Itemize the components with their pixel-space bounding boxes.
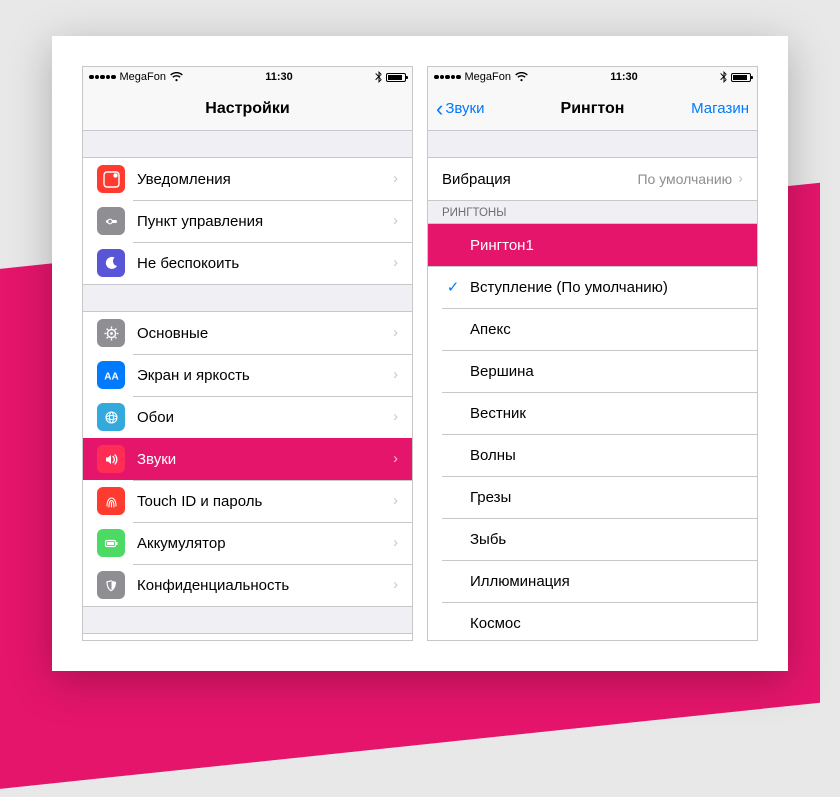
ringtone-row[interactable]: Грезы	[428, 476, 757, 518]
ringtone-row[interactable]: Рингтон1	[428, 224, 757, 266]
vibration-cell[interactable]: Вибрация По умолчанию ›	[428, 158, 757, 200]
ringtone-list[interactable]: Вибрация По умолчанию › РИНГТОНЫ Рингтон…	[428, 131, 757, 640]
settings-row[interactable]: iCloudmick.sid85@gmail.com›	[83, 634, 412, 640]
settings-list[interactable]: Уведомления›Пункт управления›Не беспокои…	[83, 131, 412, 640]
display-icon: AA	[97, 361, 125, 389]
settings-row[interactable]: Обои›	[83, 396, 412, 438]
nav-bar: ‹ Звуки Рингтон Магазин	[428, 87, 757, 131]
row-label: Звуки	[137, 451, 393, 468]
back-button[interactable]: ‹ Звуки	[436, 100, 561, 117]
chevron-right-icon: ›	[393, 451, 398, 467]
settings-row[interactable]: Не беспокоить›	[83, 242, 412, 284]
row-label: Аккумулятор	[137, 535, 393, 552]
ringtone-label: Иллюминация	[470, 573, 743, 590]
ringtone-row[interactable]: Волны	[428, 434, 757, 476]
row-label: Конфиденциальность	[137, 577, 393, 594]
settings-row[interactable]: Уведомления›	[83, 158, 412, 200]
signal-icon	[89, 75, 116, 80]
checkmark-icon: ✓	[442, 278, 464, 296]
settings-row[interactable]: Пункт управления›	[83, 200, 412, 242]
ringtone-row[interactable]: ✓ Вступление (По умолчанию)	[428, 266, 757, 308]
chevron-right-icon: ›	[393, 171, 398, 187]
wallpaper-icon	[97, 403, 125, 431]
carrier-label: MegaFon	[120, 71, 166, 83]
settings-row[interactable]: Звуки›	[83, 438, 412, 480]
ringtone-row[interactable]: Иллюминация	[428, 560, 757, 602]
sounds-icon	[97, 445, 125, 473]
ringtone-row[interactable]: Космос	[428, 602, 757, 640]
ringtone-label: Грезы	[470, 489, 743, 506]
status-bar: MegaFon 11:30	[83, 67, 412, 87]
notifications-icon	[97, 165, 125, 193]
settings-row[interactable]: AA Экран и яркость›	[83, 354, 412, 396]
bluetooth-icon	[720, 71, 727, 83]
settings-row[interactable]: Touch ID и пароль›	[83, 480, 412, 522]
carrier-label: MegaFon	[465, 71, 511, 83]
privacy-icon	[97, 571, 125, 599]
chevron-right-icon: ›	[393, 493, 398, 509]
chevron-right-icon: ›	[738, 171, 743, 187]
ringtone-label: Вступление (По умолчанию)	[470, 279, 743, 296]
clock: 11:30	[183, 71, 375, 83]
general-icon	[97, 319, 125, 347]
row-label: Обои	[137, 409, 393, 426]
settings-row[interactable]: Аккумулятор›	[83, 522, 412, 564]
svg-text:AA: AA	[104, 371, 118, 382]
chevron-right-icon: ›	[393, 577, 398, 593]
wifi-icon	[170, 72, 183, 82]
ringtone-label: Апекс	[470, 321, 743, 338]
vibration-value: По умолчанию	[637, 171, 732, 187]
bluetooth-icon	[375, 71, 382, 83]
ringtone-row[interactable]: Зыбь	[428, 518, 757, 560]
screenshot-card: MegaFon 11:30 Настройки Уведомления›Пунк…	[52, 36, 788, 671]
touchid-icon	[97, 487, 125, 515]
wifi-icon	[515, 72, 528, 82]
ringtone-row[interactable]: Вершина	[428, 350, 757, 392]
nav-bar: Настройки	[83, 87, 412, 131]
ringtone-label: Космос	[470, 615, 743, 632]
dnd-icon	[97, 249, 125, 277]
battery-icon	[731, 73, 751, 82]
ringtone-label: Вершина	[470, 363, 743, 380]
status-bar: MegaFon 11:30	[428, 67, 757, 87]
row-label: Основные	[137, 325, 393, 342]
signal-icon	[434, 75, 461, 80]
chevron-right-icon: ›	[393, 535, 398, 551]
row-label: Не беспокоить	[137, 255, 393, 272]
settings-row[interactable]: Основные›	[83, 312, 412, 354]
row-label: Пункт управления	[137, 213, 393, 230]
phone-settings: MegaFon 11:30 Настройки Уведомления›Пунк…	[82, 66, 413, 641]
chevron-right-icon: ›	[393, 367, 398, 383]
battery-icon	[97, 529, 125, 557]
row-label: Touch ID и пароль	[137, 493, 393, 510]
section-header: РИНГТОНЫ	[428, 201, 757, 223]
battery-icon	[386, 73, 406, 82]
chevron-right-icon: ›	[393, 213, 398, 229]
phone-ringtone: MegaFon 11:30 ‹ Звуки Рингтон Магазин	[427, 66, 758, 641]
ringtone-row[interactable]: Апекс	[428, 308, 757, 350]
row-label: Экран и яркость	[137, 367, 393, 384]
store-button[interactable]: Магазин	[624, 100, 749, 117]
control-center-icon	[97, 207, 125, 235]
settings-row[interactable]: Конфиденциальность›	[83, 564, 412, 606]
page-title: Настройки	[205, 100, 289, 118]
chevron-right-icon: ›	[393, 255, 398, 271]
ringtone-label: Волны	[470, 447, 743, 464]
ringtone-row[interactable]: Вестник	[428, 392, 757, 434]
page-title: Рингтон	[561, 100, 625, 118]
ringtone-label: Вестник	[470, 405, 743, 422]
ringtone-label: Зыбь	[470, 531, 743, 548]
chevron-right-icon: ›	[393, 325, 398, 341]
chevron-right-icon: ›	[393, 409, 398, 425]
vibration-label: Вибрация	[442, 171, 637, 188]
back-label: Звуки	[445, 100, 484, 117]
ringtone-label: Рингтон1	[470, 237, 743, 254]
clock: 11:30	[528, 71, 720, 83]
row-label: Уведомления	[137, 171, 393, 188]
